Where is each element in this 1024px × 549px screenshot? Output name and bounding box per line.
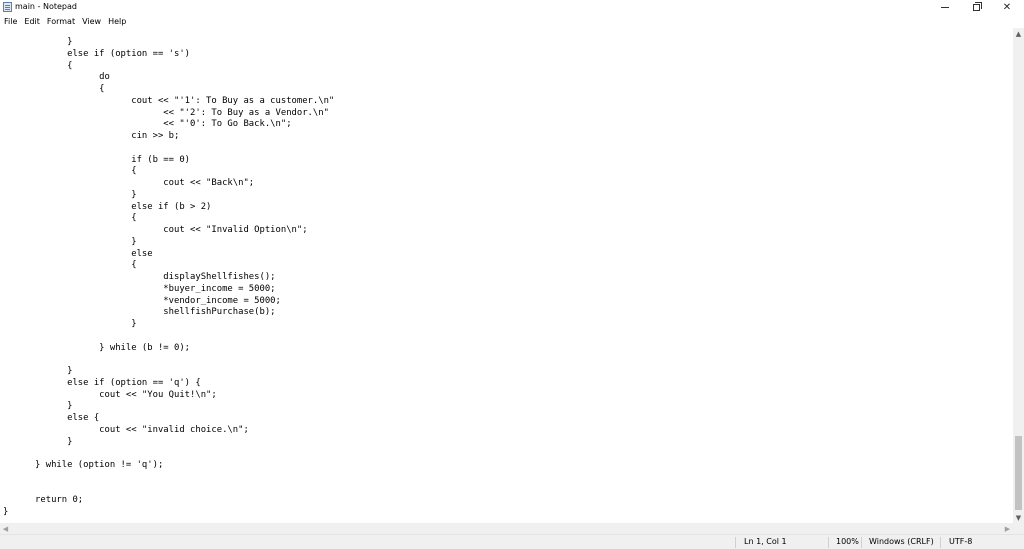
scrollbar-corner [1013, 523, 1024, 534]
text-editor[interactable]: } else if (option == 's') { do { cout <<… [0, 28, 1013, 523]
encoding: UTF-8 [949, 537, 973, 546]
scroll-down-icon[interactable]: ▼ [1013, 512, 1024, 523]
close-button[interactable]: ✕ [992, 0, 1022, 15]
zoom-level: 100% [836, 537, 859, 546]
vertical-scrollbar[interactable]: ▲ ▼ [1013, 28, 1024, 523]
menu-view[interactable]: View [82, 17, 101, 27]
minimize-icon [941, 7, 949, 8]
status-divider [735, 537, 736, 548]
minimize-button[interactable] [930, 0, 960, 15]
cursor-position: Ln 1, Col 1 [744, 537, 787, 546]
status-divider [828, 537, 829, 548]
vertical-scroll-thumb[interactable] [1015, 436, 1022, 510]
menu-help[interactable]: Help [108, 17, 126, 27]
horizontal-scrollbar[interactable]: ◀ ▶ [0, 523, 1013, 534]
status-divider [940, 537, 941, 548]
editor-text[interactable]: } else if (option == 's') { do { cout <<… [3, 37, 334, 519]
maximize-button[interactable] [961, 0, 991, 15]
status-bar: Ln 1, Col 1 100% Windows (CRLF) UTF-8 [0, 534, 1024, 549]
menu-bar: File Edit Format View Help [0, 15, 1024, 28]
menu-edit[interactable]: Edit [24, 17, 40, 27]
close-icon: ✕ [1002, 2, 1012, 13]
status-divider [861, 537, 862, 548]
restore-icon [972, 2, 982, 11]
scroll-right-icon[interactable]: ▶ [1002, 523, 1013, 534]
scroll-left-icon[interactable]: ◀ [0, 523, 11, 534]
window-title: main - Notepad [15, 2, 77, 11]
notepad-icon [3, 2, 12, 12]
menu-file[interactable]: File [4, 17, 17, 27]
menu-format[interactable]: Format [47, 17, 75, 27]
scroll-up-icon[interactable]: ▲ [1013, 28, 1024, 39]
line-ending: Windows (CRLF) [869, 537, 934, 546]
title-bar[interactable]: main - Notepad ✕ [0, 0, 1024, 15]
